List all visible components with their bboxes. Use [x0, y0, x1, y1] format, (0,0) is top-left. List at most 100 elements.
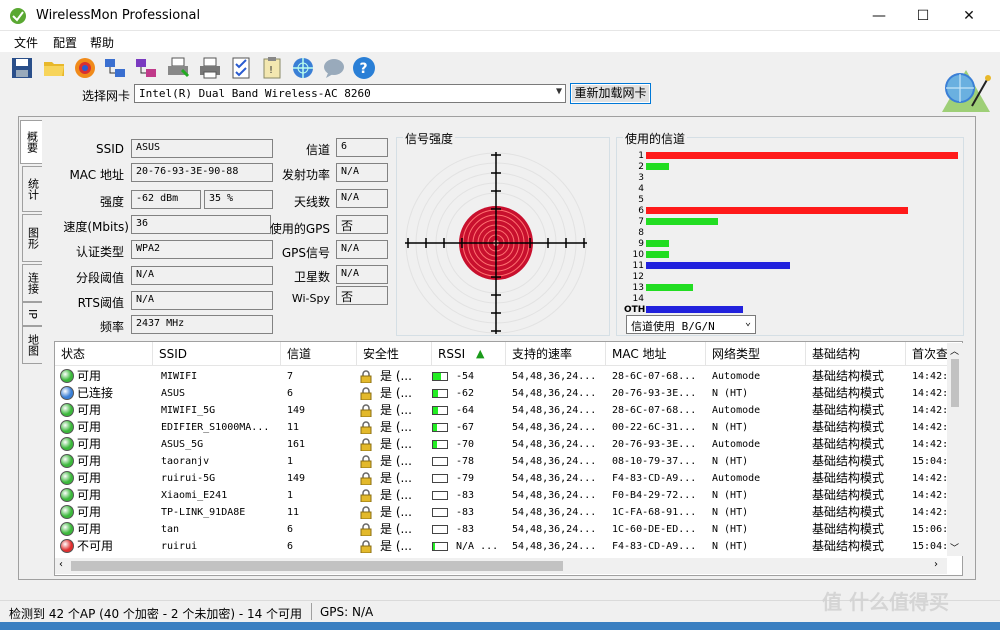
- column-rssi[interactable]: RSSI ▲: [432, 342, 506, 366]
- satellites-field: N/A: [336, 265, 388, 284]
- adapter-select[interactable]: Intel(R) Dual Band Wireless-AC 8260 ▼: [134, 84, 566, 103]
- cell-security: 是 (...: [380, 505, 412, 519]
- vertical-scroll-thumb[interactable]: [951, 359, 959, 407]
- network-icon[interactable]: [103, 56, 127, 80]
- column-network-type[interactable]: 网络类型: [706, 342, 806, 366]
- channel-usage-bar: [646, 240, 669, 247]
- chat-icon[interactable]: [322, 56, 346, 80]
- strength-dbm-field: -62 dBm: [131, 190, 201, 209]
- cell-ssid: ASUS_5G: [161, 439, 204, 450]
- channel-label: 11: [632, 261, 644, 271]
- menu-config[interactable]: 配置: [53, 34, 77, 51]
- column-status[interactable]: 状态: [55, 342, 153, 366]
- cell-status: 可用: [77, 471, 102, 485]
- channel-row: 13: [616, 283, 964, 294]
- open-folder-icon[interactable]: [42, 56, 66, 80]
- adapter-select-value: Intel(R) Dual Band Wireless-AC 8260: [139, 87, 371, 100]
- channel-usage-chart: 1 2 3 4 5 6 7 8 9 10 11 12 13 14 OTH: [616, 151, 964, 316]
- tab-graph[interactable]: 图形: [22, 214, 42, 262]
- scroll-left-icon[interactable]: ‹: [59, 559, 63, 570]
- menu-help[interactable]: 帮助: [90, 34, 114, 51]
- table-row[interactable]: 可用 MIWIFI 7 是 (... -54 54,48,36,24... 28-6C-07…: [55, 368, 948, 385]
- scroll-down-icon[interactable]: ﹀: [950, 541, 959, 554]
- table-row[interactable]: 可用 taoranjv 1 是 (... -78 54,48,36,24... 08-10-…: [55, 453, 948, 470]
- table-row[interactable]: 可用 ruirui-5G 149 是 (... -79 54,48,36,24... F4-…: [55, 470, 948, 487]
- save-icon[interactable]: [10, 56, 34, 80]
- cell-status: 可用: [77, 437, 102, 451]
- horizontal-scroll-thumb[interactable]: [71, 561, 563, 571]
- cell-first-seen: 14:42:: [912, 439, 948, 450]
- freq-label: 频率: [99, 320, 124, 334]
- column-rates[interactable]: 支持的速率: [506, 342, 606, 366]
- help-icon[interactable]: ?: [352, 56, 376, 80]
- channel-field: 6: [336, 138, 388, 157]
- menu-file[interactable]: 文件: [14, 34, 38, 51]
- cell-ssid: tan: [161, 524, 180, 535]
- column-mac[interactable]: MAC 地址: [606, 342, 706, 366]
- channel-label: 6: [638, 206, 644, 216]
- cell-first-seen: 14:42:: [912, 371, 948, 382]
- signal-meter-icon: [432, 406, 448, 415]
- table-row[interactable]: 已连接 ASUS 6 是 (... -62 54,48,36,24... 20-76-93-…: [55, 385, 948, 402]
- cell-channel: 11: [287, 507, 300, 518]
- column-security[interactable]: 安全性: [357, 342, 432, 366]
- horizontal-scrollbar[interactable]: ‹ ›: [55, 558, 947, 574]
- clipboard-icon[interactable]: !: [260, 56, 284, 80]
- column-first-seen[interactable]: 首次查: [906, 342, 948, 366]
- channel-usage-bar: [646, 152, 958, 159]
- table-row[interactable]: 可用 ASUS_5G 161 是 (... -70 54,48,36,24... 20-76…: [55, 436, 948, 453]
- cell-ssid: ruirui-5G: [161, 473, 216, 484]
- cell-network-type: Automode: [712, 405, 761, 416]
- frag-label: 分段阈值: [75, 271, 124, 285]
- status-dot-icon: [60, 437, 74, 451]
- column-ssid[interactable]: SSID: [153, 342, 281, 366]
- mac-label: MAC 地址: [69, 168, 124, 182]
- scroll-up-icon[interactable]: ︿: [950, 344, 959, 357]
- signal-meter-icon: [432, 542, 448, 551]
- tab-ip[interactable]: IP: [22, 302, 42, 326]
- checklist-icon[interactable]: [229, 56, 253, 80]
- status-separator: [311, 603, 312, 620]
- record-icon[interactable]: [73, 56, 97, 80]
- scroll-right-icon[interactable]: ›: [934, 559, 938, 570]
- column-infrastructure[interactable]: 基础结构: [806, 342, 906, 366]
- network-alt-icon[interactable]: [134, 56, 158, 80]
- print-icon[interactable]: [166, 56, 190, 80]
- cell-rates: 54,48,36,24...: [512, 422, 597, 433]
- channel-row: 10: [616, 250, 964, 261]
- signal-meter-icon: [432, 389, 448, 398]
- maximize-button[interactable]: ☐: [900, 0, 946, 31]
- gps-signal-field: N/A: [336, 240, 388, 259]
- close-button[interactable]: ✕: [946, 0, 992, 31]
- table-row[interactable]: 可用 MIWIFI_5G 149 是 (... -64 54,48,36,24... 28-…: [55, 402, 948, 419]
- print-alt-icon[interactable]: [198, 56, 222, 80]
- cell-rates: 54,48,36,24...: [512, 507, 597, 518]
- table-row[interactable]: 不可用 ruirui 6 是 (... N/A ... 54,48,36,24... F4-…: [55, 538, 948, 555]
- channel-row: 14: [616, 294, 964, 305]
- vertical-scrollbar[interactable]: ︿ ﹀: [947, 343, 963, 556]
- tab-map[interactable]: 地图: [22, 326, 42, 364]
- table-row[interactable]: 可用 TP-LINK_91DA8E 11 是 (... -83 54,48,36,24..…: [55, 504, 948, 521]
- table-row[interactable]: 可用 tan 6 是 (... -83 54,48,36,24... 1C-60-DE-ED…: [55, 521, 948, 538]
- channel-label: 1: [638, 151, 644, 161]
- status-dot-icon: [60, 539, 74, 553]
- channel-label: OTH: [624, 305, 646, 315]
- tab-statistics[interactable]: 统计: [22, 166, 42, 212]
- channel-row: 12: [616, 272, 964, 283]
- cell-infrastructure: 基础结构模式: [812, 454, 885, 468]
- tab-summary[interactable]: 概要: [20, 120, 42, 164]
- minimize-button[interactable]: —: [856, 0, 902, 31]
- reload-adapter-button[interactable]: 重新加载网卡: [570, 83, 651, 104]
- channel-usage-select[interactable]: 信道使用 B/G/N ⌄: [626, 315, 756, 334]
- vertical-tab-bar: 概要 统计 图形 连接 IP 地图: [20, 118, 42, 578]
- channel-usage-bar: [646, 251, 669, 258]
- cell-rssi: -62: [456, 388, 475, 399]
- tab-connection[interactable]: 连接: [22, 264, 42, 302]
- column-channel[interactable]: 信道: [281, 342, 357, 366]
- globe-icon[interactable]: [291, 56, 315, 80]
- table-row[interactable]: 可用 Xiaomi_E241 1 是 (... -83 54,48,36,24... F0-…: [55, 487, 948, 504]
- gps-used-field: 否: [336, 215, 388, 234]
- auth-field: WPA2: [131, 240, 273, 259]
- table-row[interactable]: 可用 EDIFIER_S1000MA... 11 是 (... -67 54,48,36,…: [55, 419, 948, 436]
- sort-ascending-icon: ▲: [476, 347, 485, 360]
